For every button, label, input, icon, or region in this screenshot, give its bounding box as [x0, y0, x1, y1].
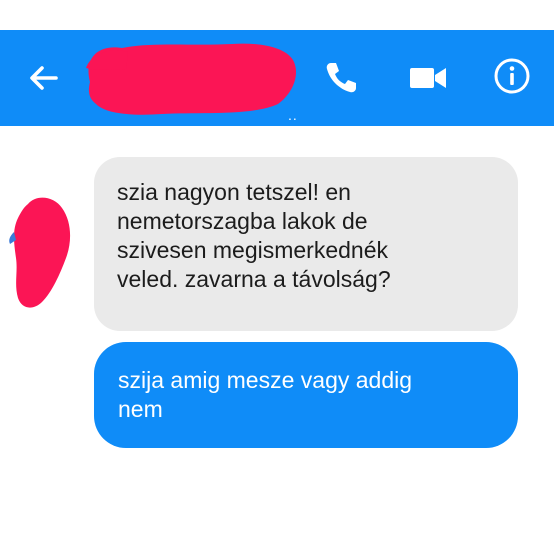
contact-name-area[interactable]	[82, 38, 302, 118]
video-call-button[interactable]	[408, 62, 448, 94]
voice-call-button[interactable]	[322, 58, 360, 96]
contact-name-ellipsis: ..	[288, 107, 298, 123]
back-button[interactable]	[22, 56, 66, 100]
outgoing-message-bubble: szija amig mesze vagy addig nem	[94, 342, 518, 448]
arrow-left-icon	[30, 66, 58, 90]
status-bar-area	[0, 0, 554, 30]
info-circle-icon	[494, 58, 530, 94]
phone-icon	[326, 63, 356, 93]
messenger-chat-screen: .. szia nagyon tetszel! en nemetorszagba…	[0, 0, 554, 554]
contact-avatar-redacted	[9, 197, 71, 308]
info-button[interactable]	[492, 56, 532, 96]
chat-header: ..	[0, 30, 554, 126]
incoming-message-bubble: szia nagyon tetszel! en nemetorszagba la…	[94, 157, 518, 331]
video-camera-icon	[410, 68, 446, 88]
redaction-scribble	[86, 43, 297, 115]
